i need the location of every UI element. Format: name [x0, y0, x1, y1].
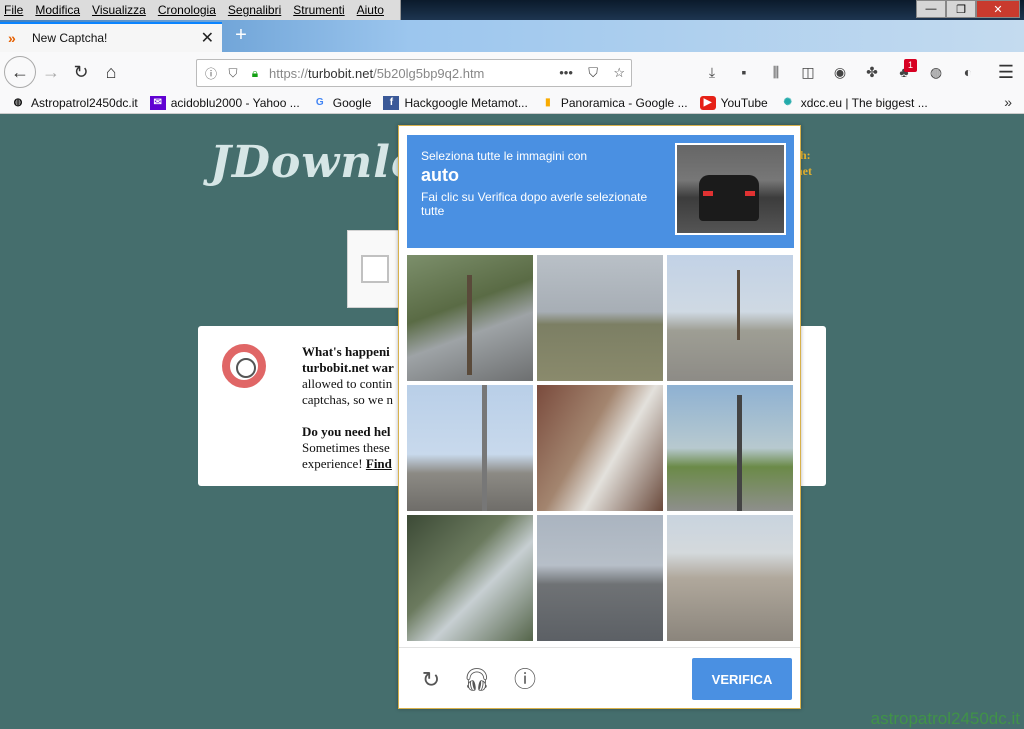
sample-car-image — [675, 143, 786, 235]
bookmarks-bar: ◍ Astropatrol2450dc.it ✉ acidoblu2000 - Ya… — [0, 92, 1024, 114]
recaptcha-checkbox[interactable] — [361, 255, 389, 283]
extension-grey-icon[interactable]: ▪ — [732, 62, 756, 82]
bookmark-star-icon[interactable]: ☆ — [613, 65, 625, 80]
forward-button[interactable]: → — [36, 57, 66, 87]
tile-pole — [737, 395, 742, 511]
toolbar-icons: ⤓ ▪ ⫼ ◫ ◉ ✤ ♣ ◍ ◐ — [700, 62, 988, 82]
tile-street-cars[interactable] — [537, 515, 663, 641]
tile-palm-tree[interactable] — [407, 515, 533, 641]
tile-house-roof[interactable] — [667, 515, 793, 641]
bookmark-hackgoogle[interactable]: f Hackgoogle Metamot... — [383, 95, 528, 110]
maximize-button[interactable]: ❐ — [946, 0, 976, 18]
shield-icon[interactable]: ⛉ — [225, 66, 241, 81]
nav-bar: ← → ↻ ⌂ ⓘ ⛉ 🔒︎ https://turbobit.net/5b20… — [0, 52, 1024, 92]
account-icon[interactable]: ◉ — [828, 62, 852, 82]
verify-button[interactable]: VERIFICA — [692, 658, 792, 700]
bookmark-xdcc[interactable]: ✺ xdcc.eu | The biggest ... — [780, 96, 928, 110]
reload-challenge-icon[interactable]: ↻ — [417, 666, 445, 694]
globe-extension-icon[interactable]: ◍ — [924, 62, 948, 82]
extension-badge: 1 — [904, 59, 917, 72]
back-button[interactable]: ← — [4, 56, 36, 88]
xdcc-icon: ✺ — [783, 97, 792, 108]
hamburger-menu-icon[interactable]: ☰ — [998, 62, 1014, 83]
vpn-extension-icon[interactable]: ◐ — [956, 62, 980, 82]
tile-street-trees[interactable] — [407, 255, 533, 381]
challenge-hint: Fai clic su Verifica dopo averle selezio… — [421, 190, 648, 218]
bookmark-panoramica[interactable]: ▮ Panoramica - Google ... — [540, 96, 688, 110]
minimize-button[interactable]: — — [916, 0, 946, 18]
fire-icon: » — [8, 30, 16, 46]
menu-modifica[interactable]: Modifica — [35, 3, 80, 17]
sidebar-icon[interactable]: ◫ — [796, 62, 820, 82]
reload-button[interactable]: ↻ — [66, 57, 96, 87]
challenge-grid — [407, 255, 794, 641]
tile-traffic-light[interactable] — [667, 385, 793, 511]
pocket-icon[interactable]: ⛉ — [588, 65, 598, 80]
youtube-icon: ▶ — [699, 95, 716, 110]
tile-noisy-field[interactable] — [537, 255, 663, 381]
tile-pole — [467, 275, 472, 375]
download-icon[interactable]: ⤓ — [700, 62, 724, 82]
globe-icon: ◍ — [13, 97, 23, 108]
analytics-icon: ▮ — [545, 97, 551, 108]
yahoo-icon: ✉ — [149, 95, 166, 110]
find-link[interactable]: Find — [366, 456, 392, 471]
info-help-icon[interactable]: ⓘ — [511, 666, 539, 694]
page-actions-icon[interactable]: ••• — [559, 65, 573, 80]
bookmark-yahoo[interactable]: ✉ acidoblu2000 - Yahoo ... — [149, 95, 300, 110]
info-icon[interactable]: ⓘ — [203, 65, 219, 82]
bookmark-google[interactable]: G Google — [312, 96, 372, 110]
bookmark-astropatrol[interactable]: ◍ Astropatrol2450dc.it — [10, 96, 138, 110]
window-controls: — ❐ ✕ — [916, 0, 1020, 20]
title-bar: File Modifica Visualizza Cronologia Segn… — [0, 0, 1024, 20]
bookmark-youtube[interactable]: ▶ YouTube — [699, 95, 768, 110]
tile-empty-road[interactable] — [667, 255, 793, 381]
lock-icon[interactable]: 🔒︎ — [247, 66, 263, 81]
tile-pole — [737, 270, 740, 340]
facebook-icon: f — [383, 95, 400, 110]
menu-strumenti[interactable]: Strumenti — [293, 3, 344, 17]
recaptcha-checkbox-frame — [347, 230, 402, 308]
menu-cronologia[interactable]: Cronologia — [158, 3, 216, 17]
url-bar[interactable]: ⓘ ⛉ 🔒︎ https://turbobit.net/5b20lg5bp9q2… — [196, 59, 632, 87]
bookmarks-overflow-icon[interactable]: » — [1004, 94, 1012, 110]
home-button[interactable]: ⌂ — [96, 57, 126, 87]
challenge-footer: ↻ 🎧︎ ⓘ VERIFICA — [399, 647, 800, 709]
library-icon[interactable]: ⫼ — [764, 62, 788, 82]
close-window-button[interactable]: ✕ — [976, 0, 1020, 18]
recaptcha-challenge: Seleziona tutte le immagini con auto Fai… — [398, 125, 801, 709]
sample-car — [699, 175, 759, 221]
tab-title: New Captcha! — [32, 31, 108, 45]
info-text: What's happeni turbobit.net war allowed … — [302, 344, 394, 471]
close-tab-icon[interactable]: ✕ — [201, 28, 214, 48]
google-icon: G — [315, 97, 324, 108]
extension-blue-icon[interactable]: ✤ — [860, 62, 884, 82]
tile-road-pole[interactable] — [407, 385, 533, 511]
tab-strip: » New Captcha! ✕ + — [0, 20, 1024, 52]
lifebuoy-icon — [222, 344, 266, 388]
tile-house-stairs[interactable] — [537, 385, 663, 511]
url-text[interactable]: https://turbobit.net/5b20lg5bp9q2.htm — [269, 66, 547, 81]
tile-pole — [482, 385, 487, 511]
menu-bar: File Modifica Visualizza Cronologia Segn… — [0, 0, 401, 20]
menu-visualizza[interactable]: Visualizza — [92, 3, 146, 17]
menu-segnalibri[interactable]: Segnalibri — [228, 3, 281, 17]
tab-new-captcha[interactable]: » New Captcha! ✕ — [0, 22, 222, 52]
audio-challenge-icon[interactable]: 🎧︎ — [463, 666, 491, 694]
car-light-right — [745, 191, 755, 196]
watermark: astropatrol2450dc.it — [870, 709, 1020, 728]
menu-file[interactable]: File — [4, 3, 23, 17]
new-tab-button[interactable]: + — [230, 24, 252, 46]
car-light-left — [703, 191, 713, 196]
menu-aiuto[interactable]: Aiuto — [357, 3, 384, 17]
challenge-header: Seleziona tutte le immagini con auto Fai… — [407, 135, 794, 248]
